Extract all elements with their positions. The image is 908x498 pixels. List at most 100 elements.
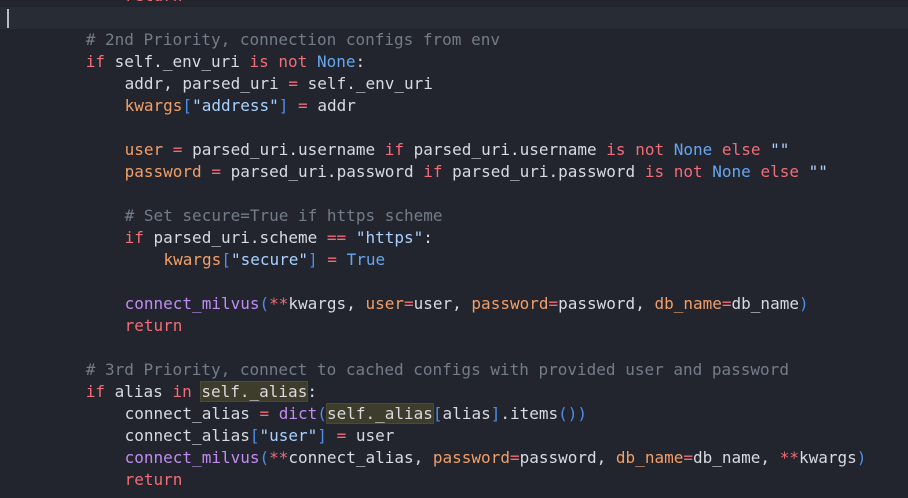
code-token: "https" [355,228,424,247]
code-token: = [509,448,520,467]
code-token: [ [182,96,193,115]
code-line[interactable]: addr, parsed_uri = self._env_uri [125,73,433,95]
code-token: kwargs [798,448,857,467]
code-line[interactable]: password = parsed_uri.password if parsed… [125,161,828,183]
code-token: = [259,404,270,423]
code-token: = [683,448,693,467]
code-token: .items [500,404,559,423]
code-line[interactable]: # Set secure=True if https scheme [125,205,443,227]
code-line[interactable]: kwargs["address"] = addr [125,95,356,117]
code-line[interactable]: if self._env_uri is not None: [86,51,365,73]
code-editor[interactable]: return # 2nd Priority, connection configs… [0,0,908,498]
code-token: password, [558,294,655,313]
code-token: None [316,52,356,71]
code-token: ( [259,294,270,313]
code-token: [ [221,250,231,269]
code-token: ( [259,448,270,467]
code-token: ] [308,250,318,269]
code-token: "address" [192,96,279,115]
code-line[interactable]: connect_milvus(**kwargs, user=user, pass… [125,293,809,315]
code-token: else [721,140,761,159]
code-token: if [124,228,144,247]
code-token: # 3rd Priority, connect to cached config… [85,360,789,379]
code-token: not [673,162,703,181]
code-token: db_name [615,448,684,467]
code-token: = [172,140,183,159]
code-token: else [760,162,799,181]
code-line[interactable]: # 3rd Priority, connect to cached config… [86,359,789,381]
code-line[interactable]: return [125,0,183,7]
code-token: alias [105,382,173,401]
code-token: "user" [259,426,318,445]
code-line[interactable]: connect_milvus(**connect_alias, password… [125,447,867,469]
code-line[interactable]: if alias in self._alias: [86,381,317,403]
code-token: # 2nd Priority, connection configs from … [85,30,500,49]
code-token: connect_alias, [288,448,433,467]
code-token: addr [307,96,356,115]
code-token: if [85,52,106,71]
code-token: addr, parsed_uri [124,74,289,93]
code-line[interactable]: # 2nd Priority, connection configs from … [86,29,500,51]
code-line[interactable]: user = parsed_uri.username if parsed_uri… [125,139,790,161]
code-line[interactable]: return [125,315,183,337]
code-token: ) [577,404,588,423]
code-token: user [365,294,404,313]
code-token: user [124,140,164,159]
code-token: user, [413,294,472,313]
text-cursor [7,9,9,28]
code-line[interactable]: if parsed_uri.scheme == "https": [125,227,433,249]
code-token: kwargs [124,96,183,115]
code-token: return [124,316,183,335]
code-token: return [125,0,183,5]
code-token: ( [317,404,327,423]
code-token: password [124,162,202,181]
code-token: ) [798,294,809,313]
current-line-highlight [0,7,908,29]
code-token: connect_milvus [124,294,260,313]
code-token: db_name [654,294,722,313]
code-token: if [85,382,106,401]
code-token: = [721,294,732,313]
code-token: : [423,228,433,247]
code-token: "" [808,162,828,181]
code-line[interactable]: connect_alias = dict(self._alias[alias].… [125,403,587,425]
code-token: ** [269,294,289,313]
code-token: is [606,140,626,159]
code-line[interactable]: return [125,469,183,491]
code-token: = [548,294,559,313]
code-line[interactable]: connect_alias["user"] = user [125,425,395,447]
code-token: is [249,52,269,71]
code-token: = [327,250,337,269]
code-token: = [336,426,347,445]
code-token: ) [856,448,867,467]
code-token: not [278,52,308,71]
code-token: not [635,140,665,159]
code-token: # Set secure=True if https scheme [124,206,443,225]
code-token: connect_milvus [124,448,260,467]
code-token: ] [278,96,289,115]
code-token: self._alias [200,381,309,402]
code-token: = [211,162,221,181]
code-token: self._env_uri [105,52,250,71]
code-token: alias [442,404,491,423]
code-token: in [172,382,192,401]
code-token: ** [779,448,799,467]
code-token: == [326,228,347,247]
code-token: ] [490,404,501,423]
code-token: : [355,52,366,71]
code-token: self._env_uri [298,74,433,93]
code-token: = [288,74,299,93]
code-token: = [298,96,308,115]
code-token: [ [249,426,260,445]
code-line[interactable]: kwargs["secure"] = True [164,249,386,271]
code-token: ] [317,426,327,445]
